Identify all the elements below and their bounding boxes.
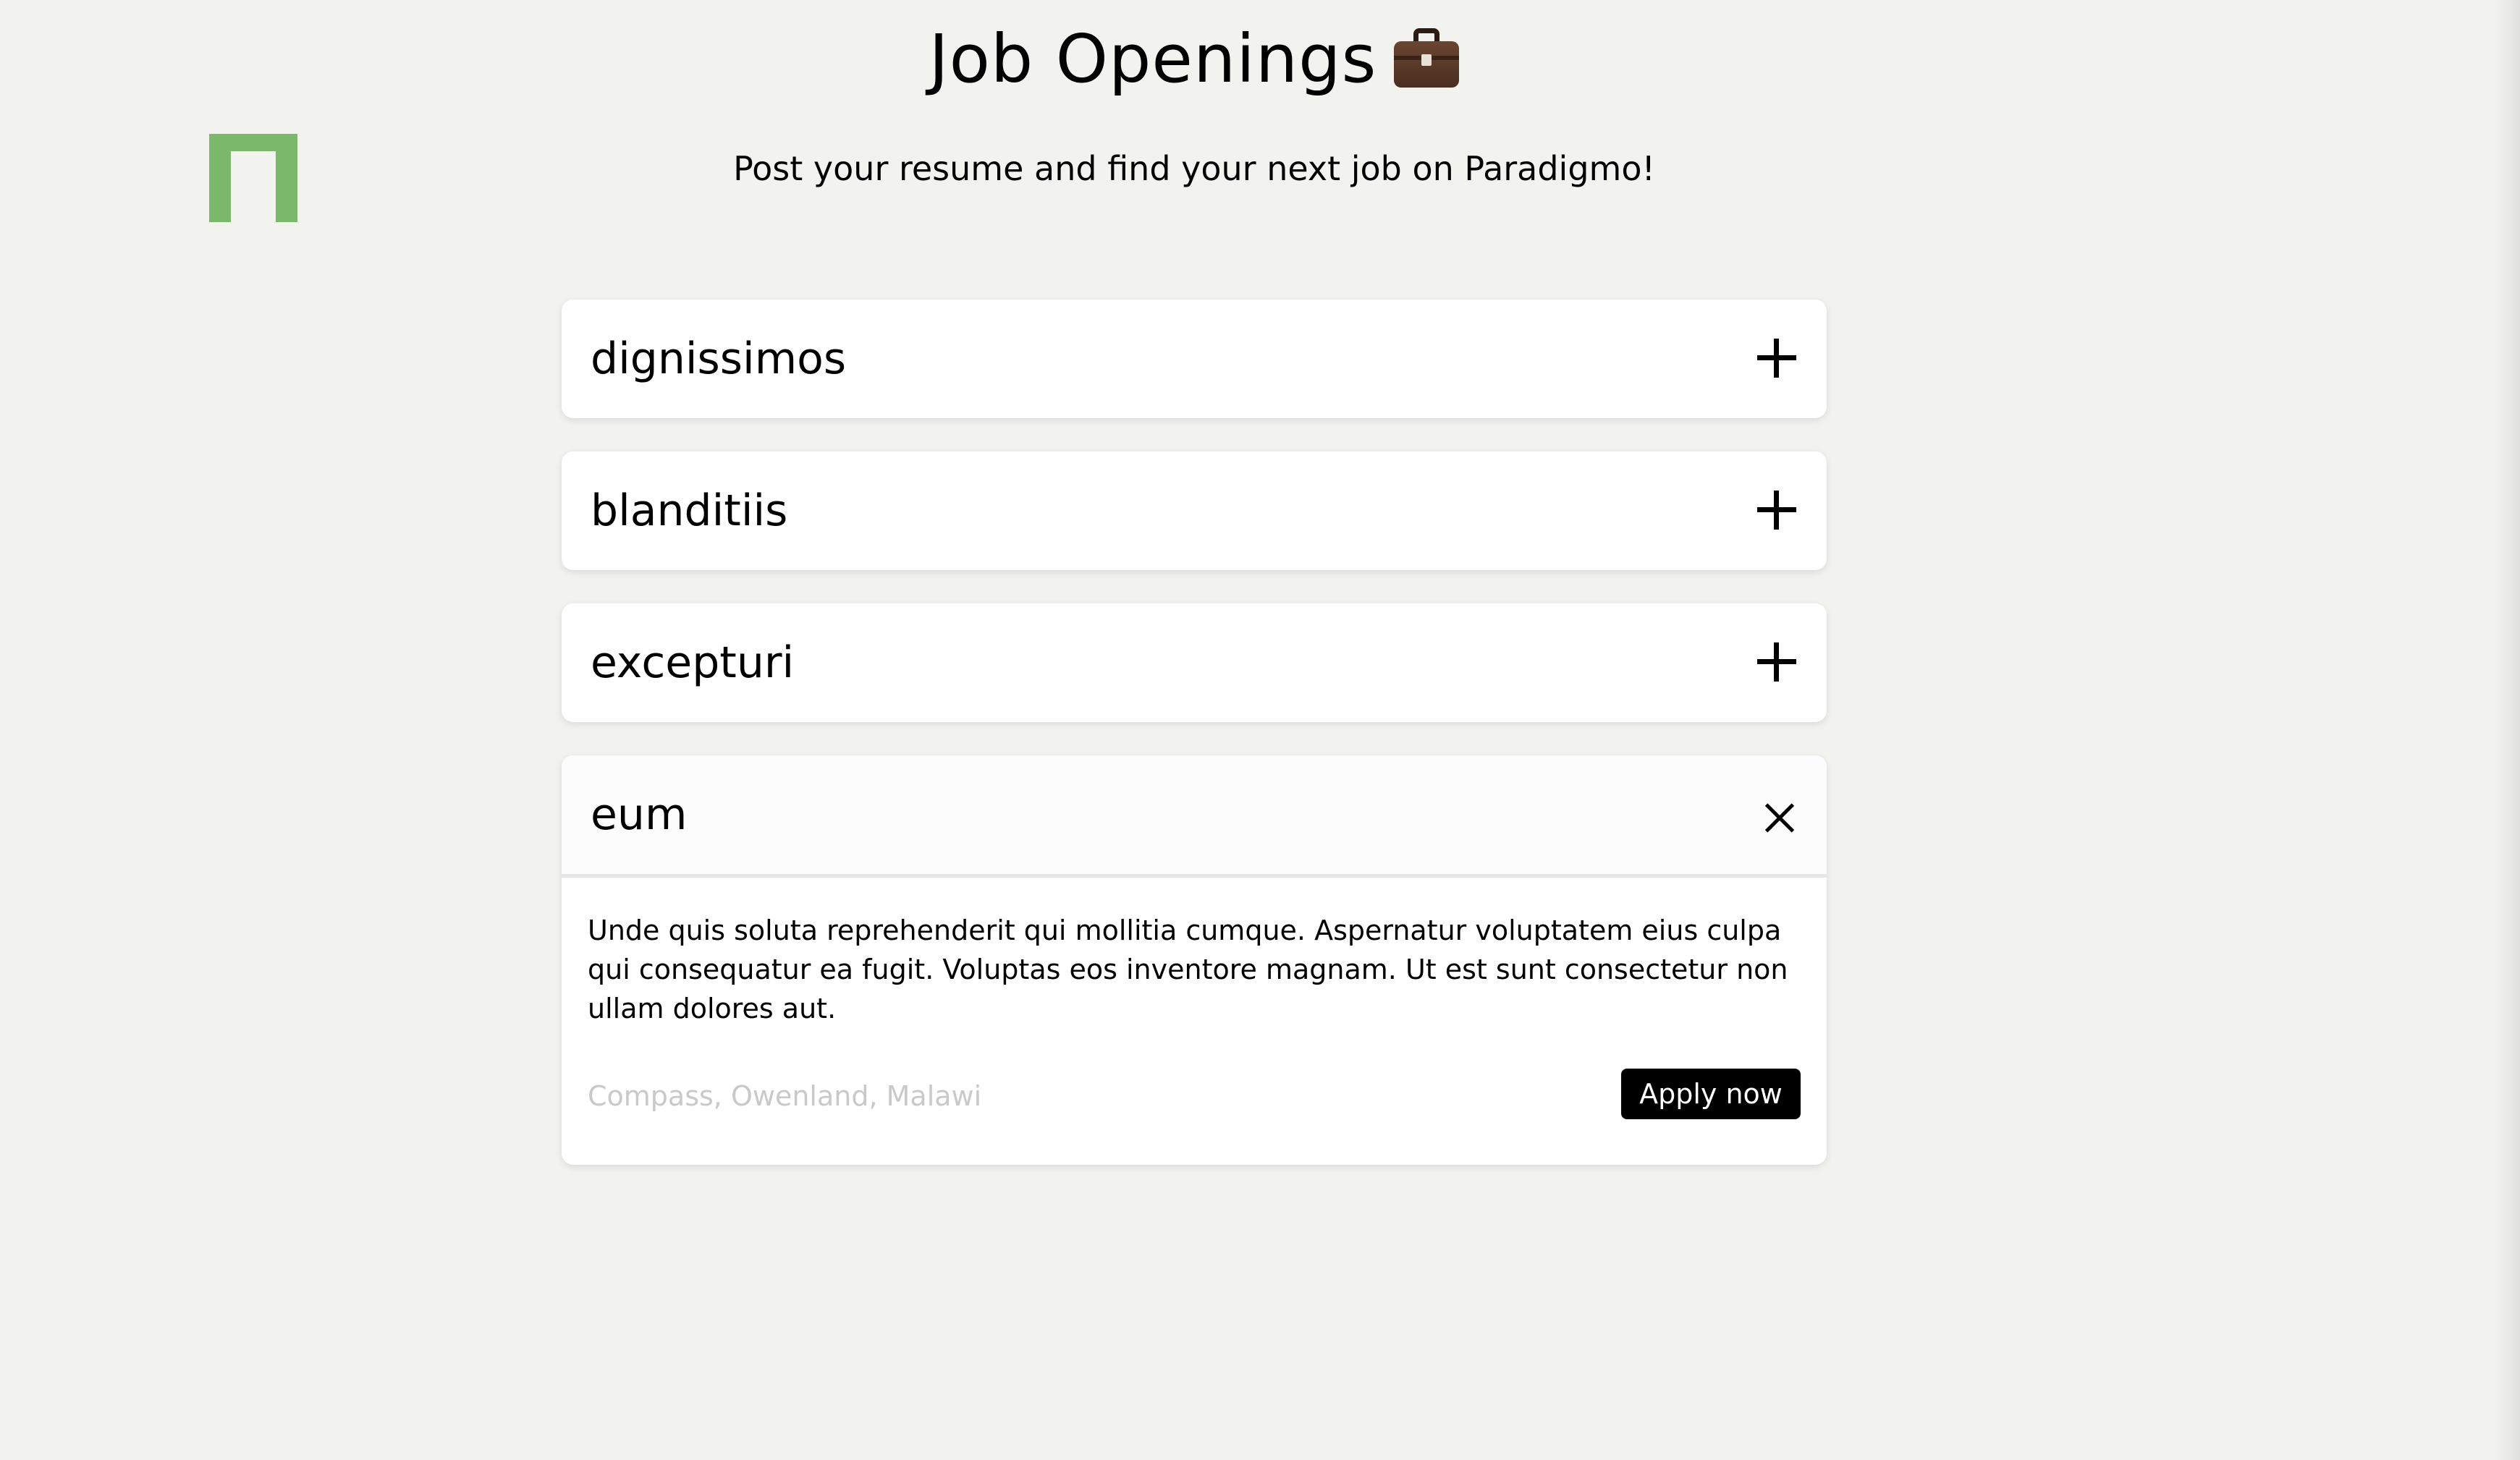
job-title: eum	[591, 789, 688, 840]
job-details: Unde quis soluta reprehenderit qui molli…	[562, 878, 1827, 1165]
job-card: blanditiis	[562, 451, 1827, 570]
job-card: dignissimos	[562, 300, 1827, 418]
page-title: Job Openings	[0, 16, 2388, 103]
plus-icon[interactable]	[1757, 491, 1796, 530]
plus-icon[interactable]	[1757, 339, 1796, 378]
plus-icon[interactable]	[1757, 642, 1796, 682]
job-card-expanded: eum Unde quis soluta reprehenderit qui m…	[562, 755, 1827, 1165]
page-subtitle: Post your resume and find your next job …	[733, 149, 1655, 188]
page-title-text: Job Openings	[929, 20, 1377, 98]
briefcase-icon	[1394, 28, 1460, 88]
job-title: excepturi	[591, 637, 795, 688]
job-card: excepturi	[562, 603, 1827, 722]
window-edge	[2495, 0, 2520, 1460]
job-title: blanditiis	[591, 485, 788, 536]
apply-now-button[interactable]: Apply now	[1621, 1069, 1801, 1119]
job-card-header[interactable]: blanditiis	[562, 451, 1827, 570]
job-description: Unde quis soluta reprehenderit qui molli…	[588, 914, 1788, 1024]
job-card-header[interactable]: dignissimos	[562, 300, 1827, 418]
job-card-header[interactable]: eum	[562, 755, 1827, 878]
job-location: Compass, Owenland, Malawi	[588, 1080, 982, 1112]
close-icon[interactable]	[1764, 803, 1795, 833]
job-title: dignissimos	[591, 334, 847, 384]
job-card-header[interactable]: excepturi	[562, 603, 1827, 722]
